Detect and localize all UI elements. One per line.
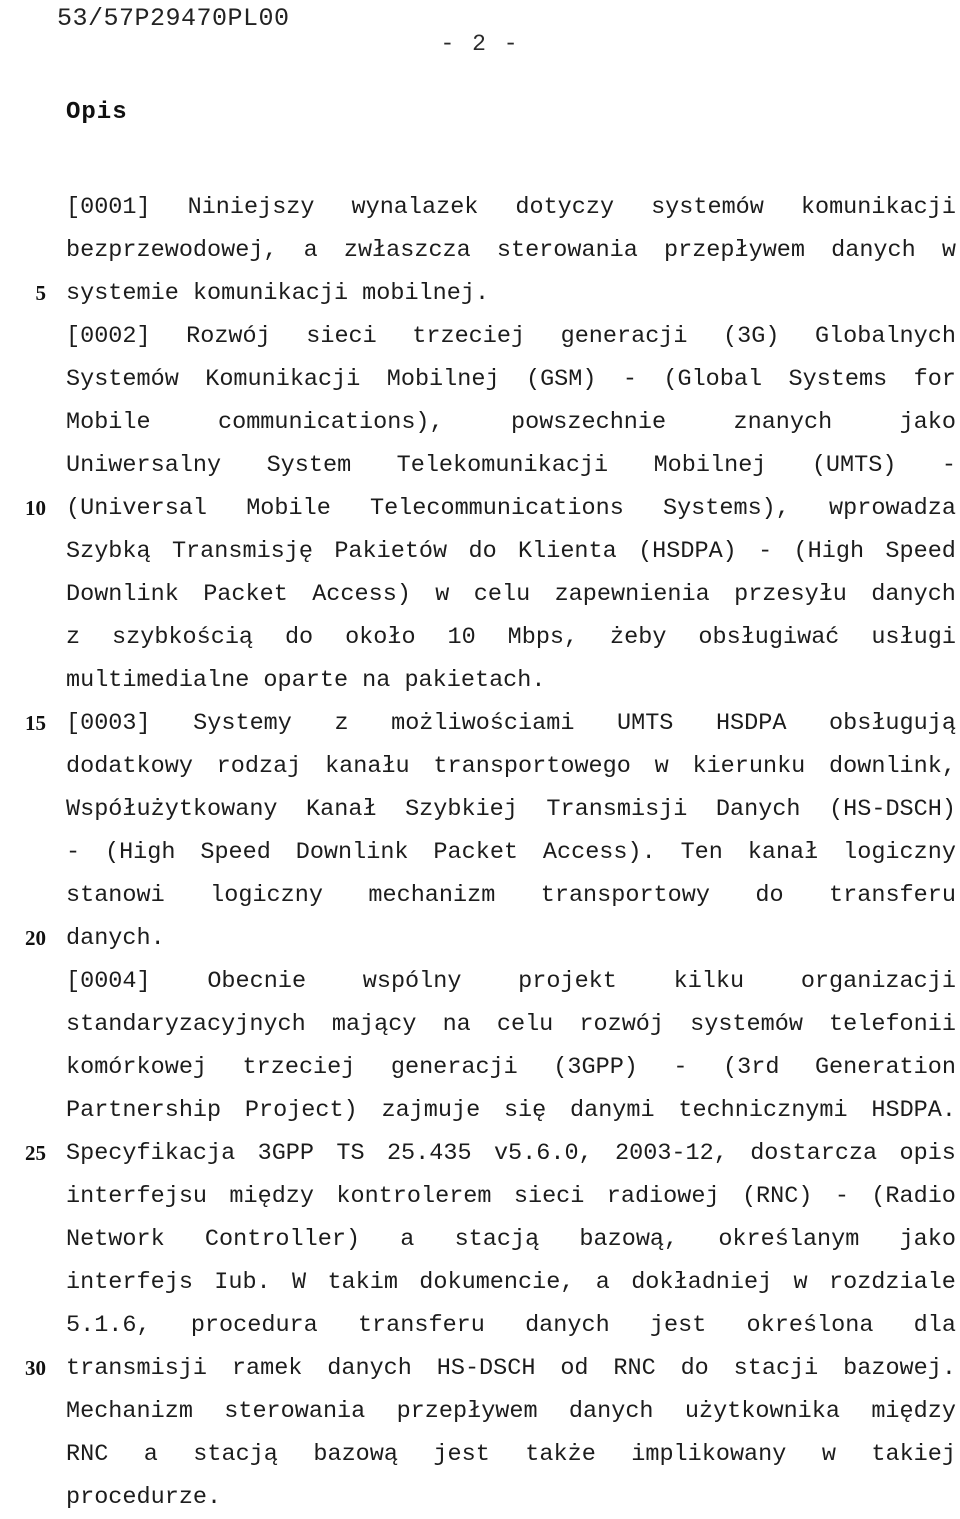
header-reference-code: 53/57P29470PL00 [57,4,290,33]
text-line: [0002] Rozwój sieci trzeciej generacji (3G) Gl… [0,315,960,358]
line-text: bezprzewodowej, a zwłaszcza sterowania przep… [66,237,956,264]
page-number: - 2 - [440,31,520,57]
line-text: - (High Speed Downlink Packet Access). Ten kana… [66,839,956,866]
line-text: interfejs Iub. Wtakim dokumencie, a dokładnie… [66,1269,956,1296]
text-line: 5 systemie komunikacji mobilnej. [0,272,960,315]
text-line: - (High Speed Downlink Packet Access). Ten kana… [0,831,960,874]
text-line: Systemów Komunikacji Mobilnej (GSM) - (Global… [0,358,960,401]
text-line: standaryzacyjnych mający na celu rozwój syste… [0,1003,960,1046]
document-body: [0001] Niniejszy wynalazek dotyczy systemów k… [0,186,960,1519]
text-line: 20 danych. [0,917,960,960]
text-line: 30 transmisji ramek danych HS-DSCH od RNC do sta… [0,1347,960,1390]
line-text: Network Controller) a stacją bazową, określan… [66,1226,956,1253]
line-text: interfejsu między kontrolerem sieci radiowej… [66,1183,956,1210]
line-text: transmisji ramek danych HS-DSCH od RNC do stacj… [66,1355,956,1382]
line-text: Szybką Transmisję Pakietów do Klienta (HSDPA)… [66,538,956,565]
line-text: danych. [66,925,165,952]
line-text: stanowi logiczny mechanizm transportowy do tr… [66,882,956,909]
line-text: Współużytkowany Kanał Szybkiej Transmisji Da… [66,796,956,823]
text-line: interfejsu między kontrolerem sieci radiowej… [0,1175,960,1218]
document-header: 53/57P29470PL00 - 2 - [0,4,960,64]
text-line: 15 [0003] Systemy z możliwościami UMTS HSDPA ob… [0,702,960,745]
text-line: procedurze. [0,1476,960,1519]
line-number: 15 [25,711,46,735]
line-number: 20 [25,926,46,950]
line-text: Uniwersalny System Telekomunikacji Mobilnej… [66,452,956,479]
line-number: 30 [25,1356,46,1380]
text-line: 25 Specyfikacja 3GPP TS 25.435 v5.6.0, 2003-12… [0,1132,960,1175]
line-text: procedurze. [66,1484,222,1511]
line-text: Mobile communications), powszechnie znanych… [66,409,956,436]
text-line: stanowi logiczny mechanizm transportowy do tr… [0,874,960,917]
text-line: Mechanizm sterowania przepływem danych użytk… [0,1390,960,1433]
line-text: Downlink Packet Access) w celu zapewnienia prz… [66,581,956,608]
line-text: komórkowej trzeciej generacji (3GPP) - (3rd Ge… [66,1054,956,1081]
line-text: z szybkością do około 10 Mbps, żeby obsługiwać u… [66,624,956,651]
text-line: z szybkością do około 10 Mbps, żeby obsługiwać u… [0,616,960,659]
text-line: Współużytkowany Kanał Szybkiej Transmisji Da… [0,788,960,831]
line-text: RNC a stacją bazową jest także implikowany w tak… [66,1441,956,1468]
text-line: 5.1.6, procedura transferu danych jest określ… [0,1304,960,1347]
text-line: bezprzewodowej, a zwłaszcza sterowania przep… [0,229,960,272]
line-text: Partnership Project) zajmuje się danymi techn… [66,1097,956,1124]
text-line: Network Controller) a stacją bazową, określan… [0,1218,960,1261]
line-text: Systemów Komunikacji Mobilnej (GSM) - (Global… [66,366,956,393]
text-line: interfejs Iub. Wtakim dokumencie, a dokładnie… [0,1261,960,1304]
line-text: [0004] Obecnie wspólny projekt kilku organiza… [66,968,956,995]
line-text: 5.1.6, procedura transferu danych jest określ… [66,1312,956,1339]
text-line: RNC a stacją bazową jest także implikowany w tak… [0,1433,960,1476]
text-line: komórkowej trzeciej generacji (3GPP) - (3rd Ge… [0,1046,960,1089]
text-line: [0004] Obecnie wspólny projekt kilku organiza… [0,960,960,1003]
line-text: (Universal Mobile Telecommunications System… [66,495,956,522]
line-text: [0001] Niniejszy wynalazek dotyczy systemów k… [66,194,956,221]
text-line: dodatkowy rodzaj kanału transportowego w kier… [0,745,960,788]
line-text: systemie komunikacji mobilnej. [66,280,490,307]
text-line: multimedialne oparte na pakietach. [0,659,960,702]
line-text: Mechanizm sterowania przepływem danych użytk… [66,1398,956,1425]
line-text: standaryzacyjnych mający na celu rozwój syste… [66,1011,956,1038]
line-text: [0002] Rozwój sieci trzeciej generacji (3G) Gl… [66,323,956,350]
text-line: Downlink Packet Access) w celu zapewnienia prz… [0,573,960,616]
text-line: Mobile communications), powszechnie znanych… [0,401,960,444]
line-text: [0003] Systemy z możliwościami UMTS HSDPA obsł… [66,710,956,737]
line-text: dodatkowy rodzaj kanału transportowego w kier… [66,753,956,780]
line-text: Specyfikacja 3GPP TS 25.435 v5.6.0, 2003-12, d… [66,1140,956,1167]
line-text: multimedialne oparte na pakietach. [66,667,546,694]
line-number: 25 [25,1141,46,1165]
text-line: [0001] Niniejszy wynalazek dotyczy systemów k… [0,186,960,229]
text-line: 10 (Universal Mobile Telecommunications Syst… [0,487,960,530]
text-line: Szybką Transmisję Pakietów do Klienta (HSDPA)… [0,530,960,573]
line-number: 5 [35,281,47,305]
text-line: Uniwersalny System Telekomunikacji Mobilnej… [0,444,960,487]
text-line: Partnership Project) zajmuje się danymi techn… [0,1089,960,1132]
page-title: Opis [66,99,128,126]
line-number: 10 [25,496,46,520]
